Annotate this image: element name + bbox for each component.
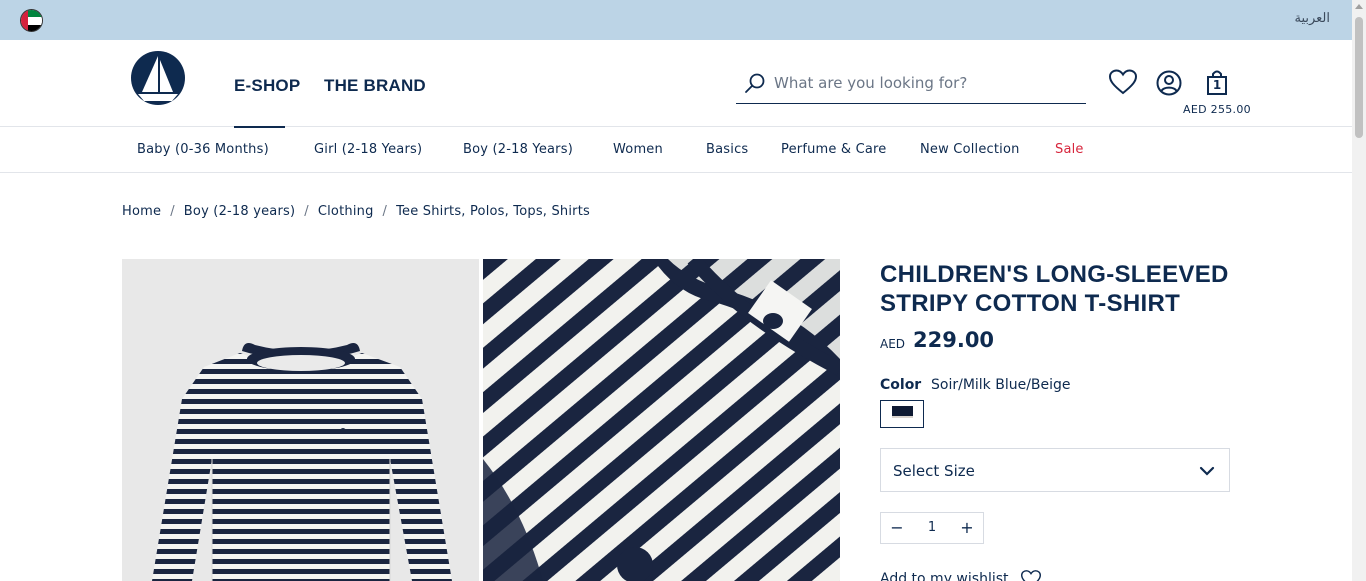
scrollbar-thumb[interactable] [1355,17,1363,138]
breadcrumb: Home / Boy (2-18 years) / Clothing / Tee Shirt… [122,204,590,219]
heart-icon [1020,570,1041,581]
category-boy[interactable]: Boy (2-18 Years) [463,142,573,157]
color-label: Color [880,377,922,393]
breadcrumb-tee-shirts[interactable]: Tee Shirts, Polos, Tops, Shirts [396,204,590,219]
add-to-wishlist-label: Add to my wishlist [880,571,1009,581]
color-value: Soir/Milk Blue/Beige [931,377,1071,393]
heart-icon[interactable] [1108,68,1138,100]
cart-total: AED 255.00 [1183,103,1251,116]
breadcrumb-separator: / [304,204,309,219]
category-perfume-care[interactable]: Perfume & Care [781,142,887,157]
category-sale[interactable]: Sale [1055,142,1084,157]
breadcrumb-boy[interactable]: Boy (2-18 years) [184,204,295,219]
category-girl[interactable]: Girl (2-18 Years) [314,142,422,157]
add-to-wishlist-link[interactable]: Add to my wishlist [880,569,1043,581]
language-switch-link[interactable]: العربية [1294,11,1330,26]
user-icon[interactable] [1156,70,1182,100]
quantity-value[interactable]: 1 [913,513,951,543]
quantity-decrease-button[interactable]: − [881,513,913,543]
scroll-up-arrow-icon[interactable] [1355,4,1363,9]
top-bar: العربية [0,0,1352,40]
petit-bateau-logo[interactable] [120,48,196,118]
chevron-down-icon [1199,466,1215,476]
search-bar[interactable] [736,67,1086,104]
category-new-collection[interactable]: New Collection [920,142,1020,157]
search-icon [745,73,765,93]
nav-the-brand[interactable]: THE BRAND [324,76,426,96]
product-image-detail[interactable] [483,259,840,581]
category-basics[interactable]: Basics [706,142,748,157]
category-women[interactable]: Women [613,142,663,157]
breadcrumb-clothing[interactable]: Clothing [318,204,374,219]
product-price: 229.00 [913,328,995,352]
breadcrumb-separator: / [170,204,175,219]
product-image-front[interactable] [122,259,479,581]
uae-flag-icon[interactable] [20,9,43,32]
category-baby[interactable]: Baby (0-36 Months) [137,142,269,157]
size-select[interactable]: Select Size [880,448,1230,492]
quantity-stepper: − 1 + [880,512,984,544]
color-swatch[interactable] [880,400,924,428]
cart-count: 1 [1212,78,1222,92]
nav-eshop[interactable]: E-SHOP [234,76,300,96]
breadcrumb-separator: / [382,204,388,219]
site-header: E-SHOP THE BRAND 1 AED 255.00 [0,40,1352,128]
quantity-increase-button[interactable]: + [951,513,983,543]
price-currency: AED [880,337,906,351]
page-scrollbar[interactable] [1352,0,1366,581]
shopping-bag-icon[interactable]: 1 [1206,69,1228,97]
breadcrumb-home[interactable]: Home [122,204,161,219]
search-input[interactable] [774,71,1074,95]
product-title: CHILDREN'S LONG-SLEEVED STRIPY COTTON T-… [880,261,1229,317]
category-nav: Baby (0-36 Months) Girl (2-18 Years) Boy… [0,127,1352,173]
size-select-label: Select Size [893,462,975,480]
